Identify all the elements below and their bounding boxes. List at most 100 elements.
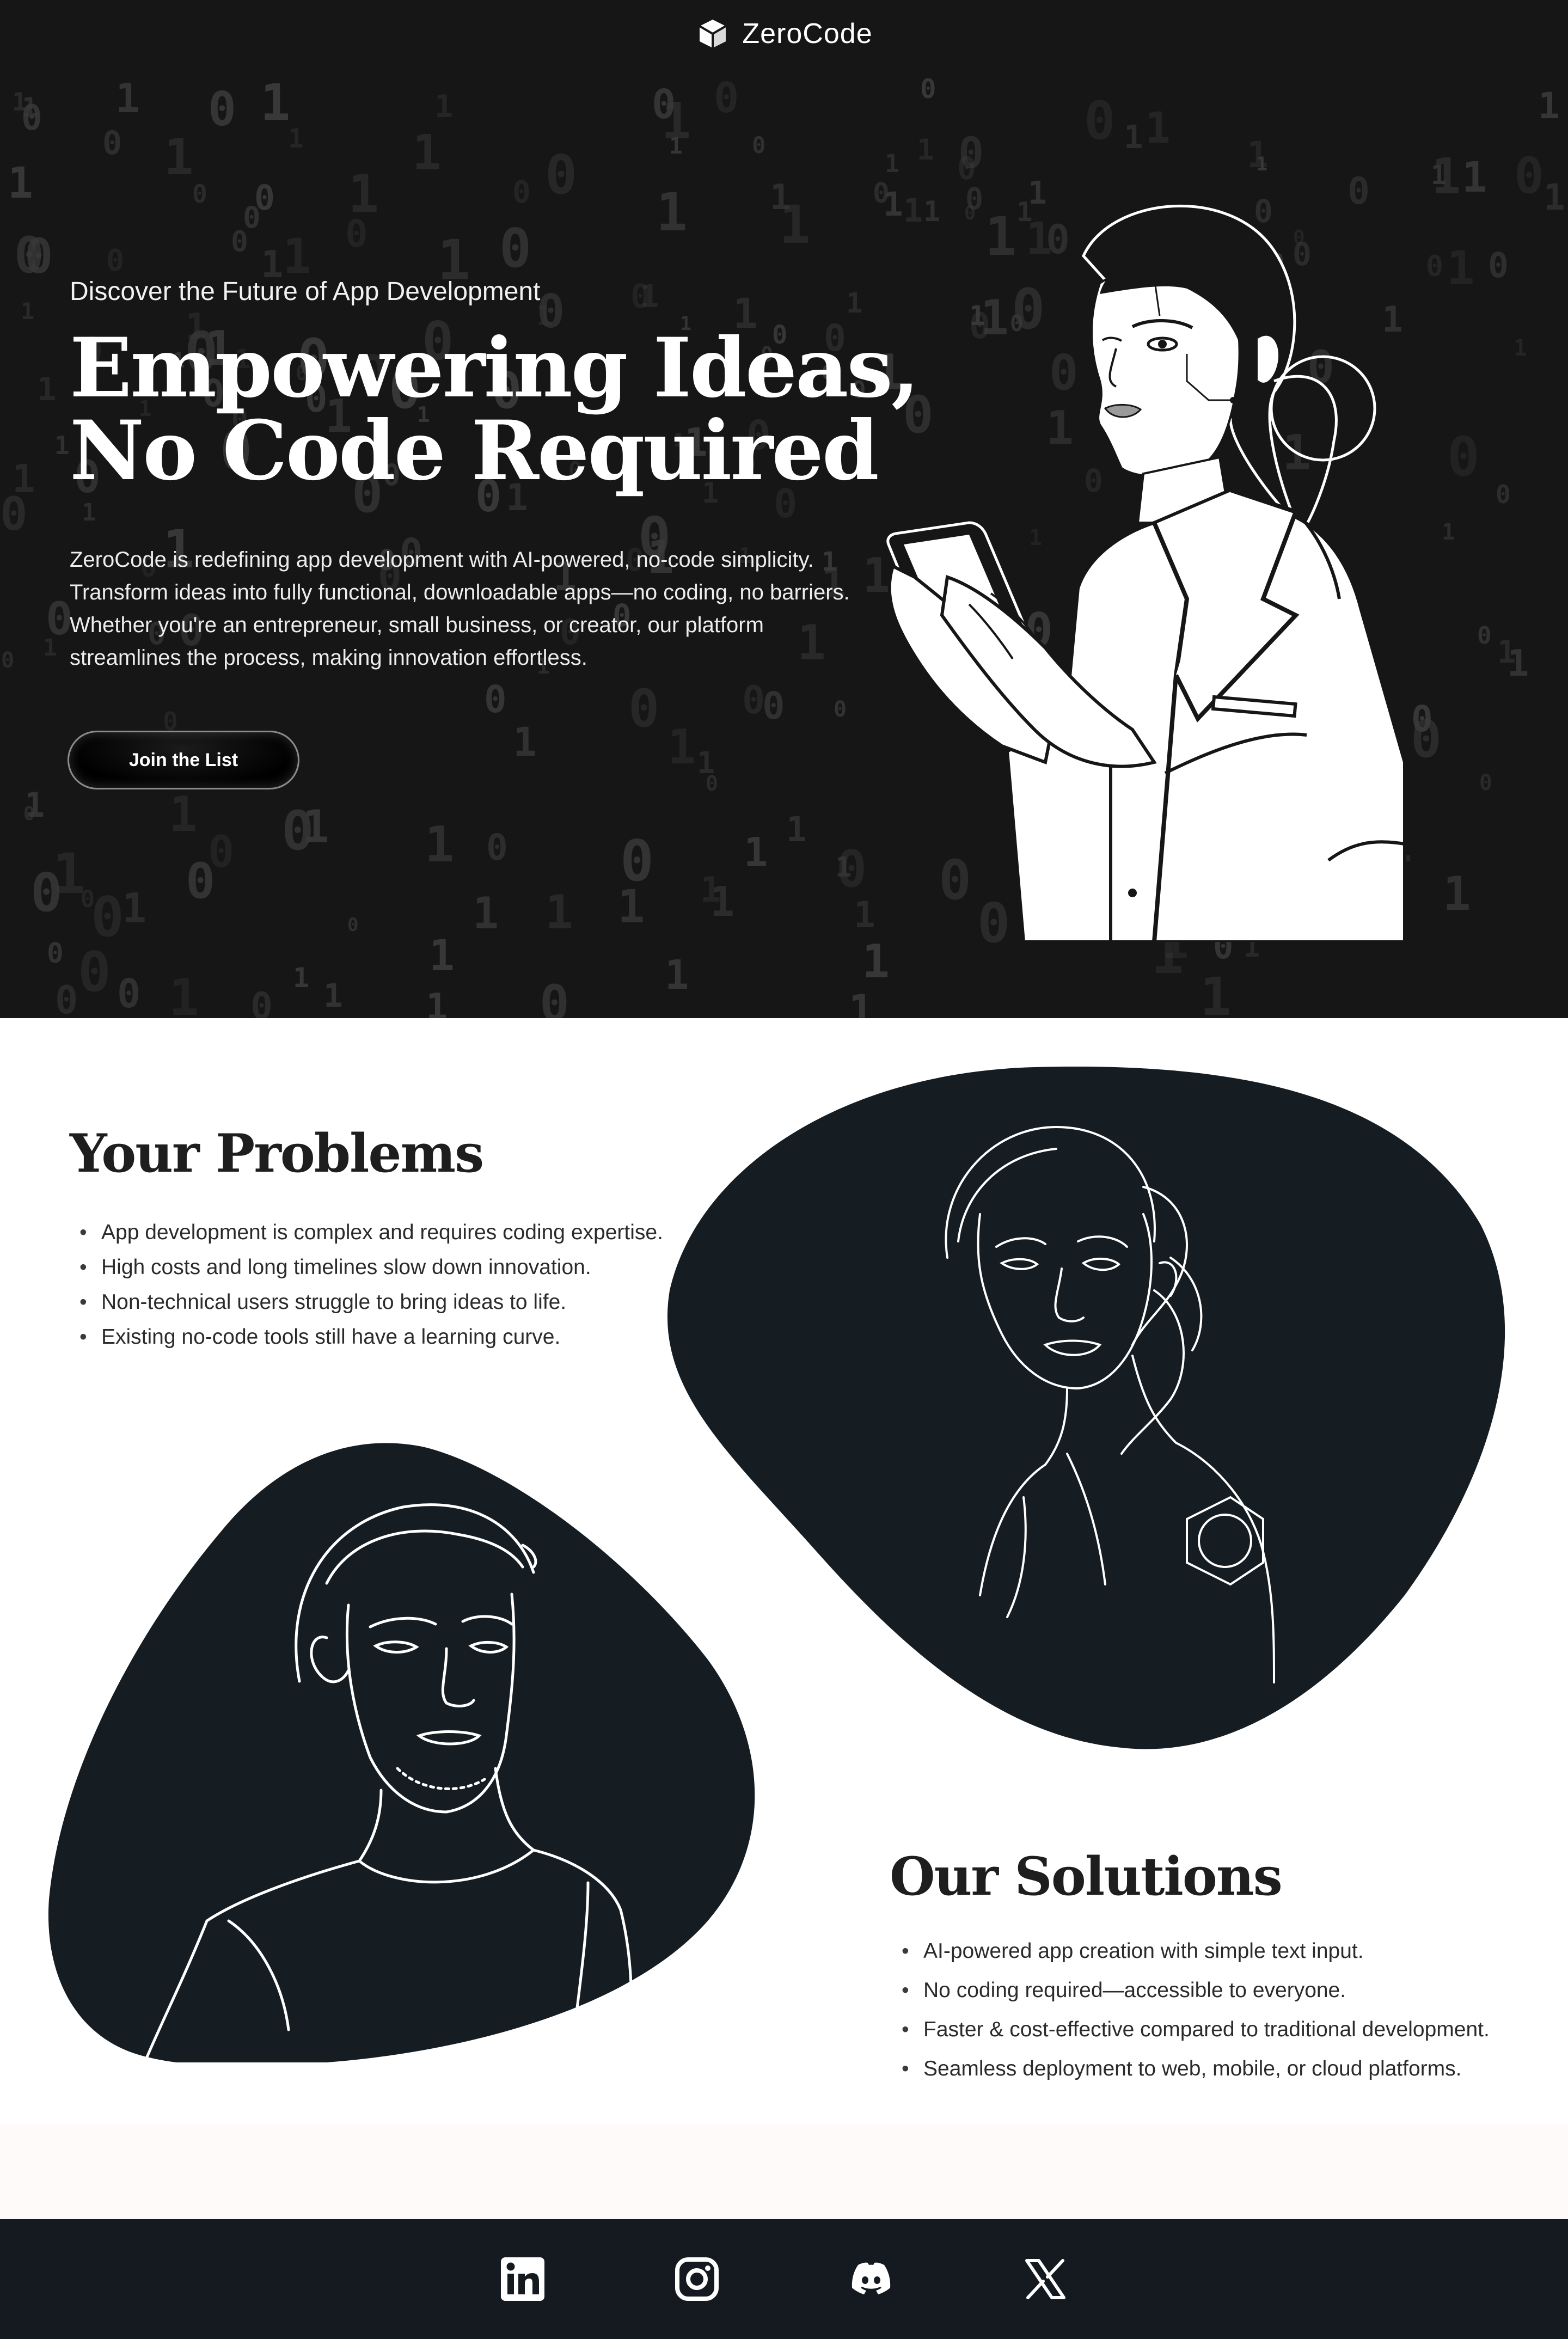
binary-digit: 1 <box>665 952 689 999</box>
binary-digit: 0 <box>250 985 273 1018</box>
binary-digit: 1 <box>425 816 455 873</box>
binary-digit: 0 <box>1496 480 1511 509</box>
binary-digit: 0 <box>14 227 44 284</box>
binary-digit: 0 <box>834 697 847 722</box>
binary-digit: 1 <box>917 133 934 167</box>
binary-digit: 0 <box>1084 90 1116 151</box>
instagram-icon <box>675 2257 719 2301</box>
binary-digit: 0 <box>628 679 660 739</box>
binary-digit: 0 <box>192 179 207 209</box>
binary-digit: 1 <box>412 124 442 181</box>
binary-digit: 1 <box>260 74 291 132</box>
join-the-list-button[interactable]: Join the List <box>68 731 299 789</box>
binary-digit: 1 <box>169 968 199 1018</box>
binary-digit: 0 <box>345 212 368 256</box>
binary-digit: 0 <box>545 144 578 206</box>
binary-digit: 1 <box>426 985 448 1018</box>
list-item: High costs and long timelines slow down … <box>70 1250 663 1285</box>
solutions-list: AI-powered app creation with simple text… <box>892 1932 1490 2089</box>
binary-digit: 1 <box>24 785 45 825</box>
binary-digit: 1 <box>640 279 659 315</box>
woman-line-art-blob <box>667 1066 1505 1749</box>
x-icon <box>1025 2259 1065 2299</box>
binary-digit: 0 <box>714 74 739 123</box>
binary-digit: 0 <box>1477 622 1492 650</box>
discord-link[interactable] <box>784 2246 958 2312</box>
binary-digit: 0 <box>78 940 111 1004</box>
hero-eyebrow: Discover the Future of App Development <box>70 277 541 306</box>
binary-digit: 1 <box>1200 966 1232 1018</box>
binary-digit: 0 <box>512 175 531 210</box>
binary-digit: 1 <box>835 852 852 884</box>
binary-digit: 0 <box>762 684 785 728</box>
binary-digit: 0 <box>484 678 507 721</box>
binary-digit: 0 <box>208 82 236 137</box>
binary-digit: 1 <box>667 719 696 775</box>
binary-digit: 1 <box>82 499 96 526</box>
binary-digit: 1 <box>37 370 57 408</box>
binary-digit: 1 <box>697 745 715 780</box>
binary-digit: 0 <box>486 826 508 868</box>
list-item: Existing no-code tools still have a lear… <box>70 1320 663 1355</box>
binary-digit: 0 <box>540 975 569 1018</box>
linkedin-link[interactable] <box>436 2246 610 2312</box>
binary-digit: 0 <box>91 885 124 949</box>
binary-digit: 1 <box>283 228 311 284</box>
binary-digit: 1 <box>885 149 900 178</box>
binary-digit: 1 <box>545 885 573 940</box>
binary-digit: 1 <box>164 129 194 186</box>
binary-digit: 0 <box>106 243 125 278</box>
binary-digit: 1 <box>770 177 791 218</box>
woman-with-phone-illustration <box>886 204 1406 942</box>
cube-icon <box>699 20 727 48</box>
binary-digit: 0 <box>208 826 235 877</box>
binary-digit: 0 <box>620 829 654 894</box>
linkedin-icon <box>501 2257 544 2301</box>
binary-digit: 0 <box>347 914 359 936</box>
solutions-title: Our Solutions <box>890 1846 1283 1907</box>
problems-list: App development is complex and requires … <box>70 1215 663 1355</box>
binary-digit: 1 <box>848 987 874 1018</box>
binary-digit: 1 <box>1145 104 1171 153</box>
binary-digit: 1 <box>854 894 875 936</box>
binary-digit: 1 <box>1543 176 1565 218</box>
list-item: No coding required—accessible to everyon… <box>892 1971 1490 2010</box>
binary-digit: 0 <box>1479 770 1493 795</box>
binary-digit: 0 <box>1 648 15 673</box>
problems-title: Your Problems <box>70 1123 484 1184</box>
binary-digit: 1 <box>122 884 147 932</box>
x-link[interactable] <box>958 2246 1132 2312</box>
list-item: App development is complex and requires … <box>70 1215 663 1250</box>
binary-digit: 1 <box>700 870 721 910</box>
list-item: Faster & cost-effective compared to trad… <box>892 2010 1490 2049</box>
instagram-link[interactable] <box>610 2246 784 2312</box>
list-item: Non-technical users struggle to bring id… <box>70 1285 663 1320</box>
hero-description: ZeroCode is redefining app development w… <box>70 548 850 670</box>
binary-digit: 0 <box>117 971 141 1017</box>
list-item: AI-powered app creation with simple text… <box>892 1932 1490 1971</box>
binary-digit: 0 <box>102 124 122 162</box>
binary-digit: 0 <box>47 938 64 970</box>
binary-digit: 1 <box>54 431 70 460</box>
binary-digit: 0 <box>1488 246 1509 285</box>
discord-icon <box>852 2262 891 2294</box>
binary-digit: 1 <box>8 159 33 208</box>
binary-digit: 0 <box>957 150 976 187</box>
binary-digit: 1 <box>661 92 691 150</box>
top-bar: ZeroCode <box>0 16 1568 51</box>
binary-digit: 1 <box>513 719 537 766</box>
section-spacer <box>0 2123 1568 2219</box>
binary-digit: 1 <box>293 962 310 994</box>
binary-digit: 1 <box>288 124 304 154</box>
binary-digit: 1 <box>1507 642 1529 684</box>
binary-digit: 1 <box>473 888 499 939</box>
binary-digit: 1 <box>169 786 198 842</box>
man-line-art-blob <box>48 1443 755 2062</box>
binary-digit: 0 <box>55 978 78 1018</box>
binary-digit: 0 <box>21 98 42 138</box>
binary-digit: 1 <box>115 75 140 122</box>
brand-name[interactable]: ZeroCode <box>742 17 872 50</box>
binary-digit: 1 <box>862 935 890 989</box>
binary-digit: 1 <box>1538 85 1560 127</box>
binary-digit: 0 <box>742 678 765 722</box>
